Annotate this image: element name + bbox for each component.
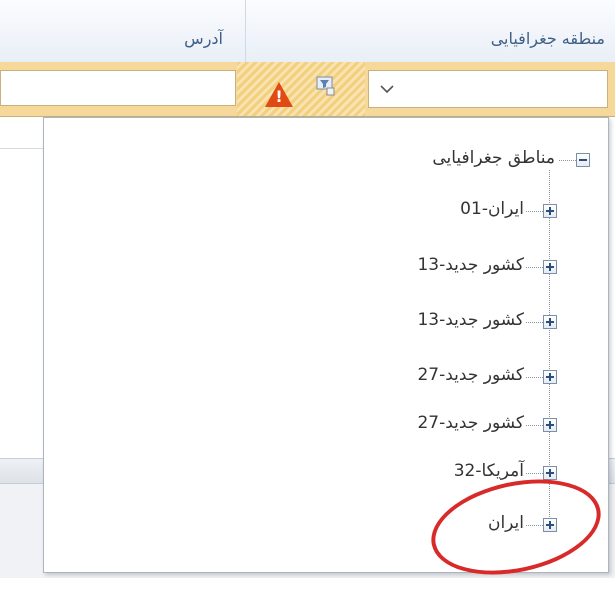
plus-box-icon[interactable] <box>543 370 557 384</box>
tree-item-label[interactable]: کشور جدید-13 <box>417 310 524 330</box>
column-header-address[interactable]: آدرس <box>0 0 246 62</box>
tree-item-label[interactable]: کشور جدید-27 <box>417 413 524 433</box>
grid-line <box>0 148 44 149</box>
tree-item-label[interactable]: ایران-01 <box>460 199 524 219</box>
chevron-down-icon[interactable] <box>378 80 396 98</box>
tree-root-label[interactable]: مناطق جغرافیایی <box>432 148 555 168</box>
filter-required-hatch <box>237 62 365 116</box>
plus-box-icon[interactable] <box>543 204 557 218</box>
plus-box-icon[interactable] <box>543 260 557 274</box>
plus-box-icon[interactable] <box>543 418 557 432</box>
address-filter-input[interactable] <box>0 70 236 106</box>
minus-box-icon[interactable] <box>576 153 590 167</box>
grid-header: منطقه جغرافیایی آدرس <box>0 0 615 63</box>
plus-box-icon[interactable] <box>543 315 557 329</box>
geo-region-select[interactable] <box>368 70 608 108</box>
tree-item-label[interactable]: کشور جدید-27 <box>417 365 524 385</box>
plus-box-icon[interactable] <box>543 466 557 480</box>
filter-icon[interactable] <box>316 76 336 96</box>
column-header-geo-region[interactable]: منطقه جغرافیایی <box>246 0 615 62</box>
tree-item-label[interactable]: کشور جدید-13 <box>417 255 524 275</box>
tree-item-label[interactable]: آمریکا-32 <box>454 461 524 481</box>
